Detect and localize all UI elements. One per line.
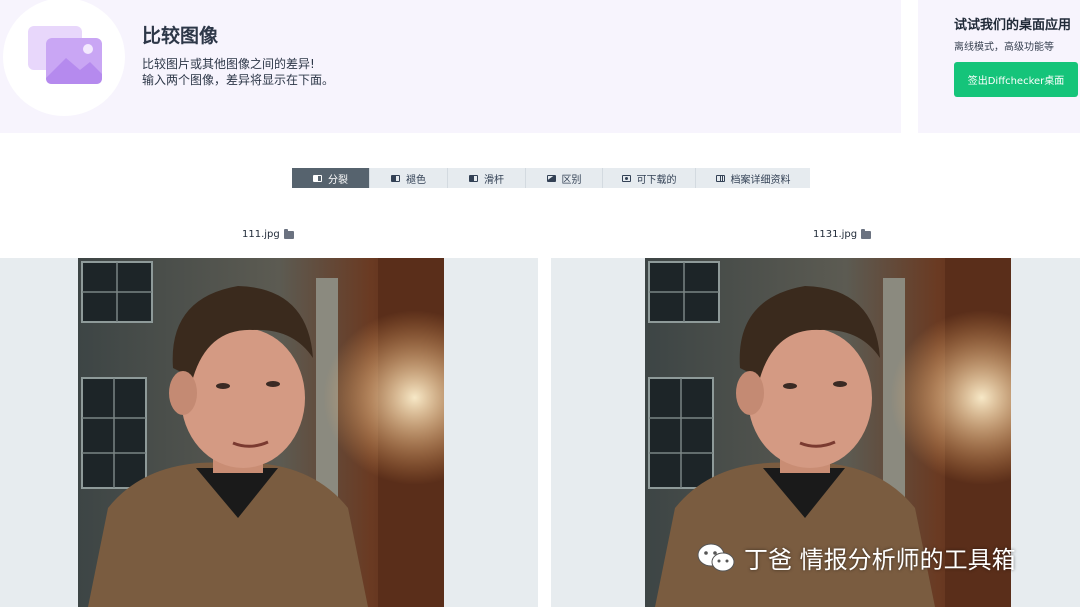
header-banner: 比较图像 比较图片或其他图像之间的差异! 输入两个图像，差异将显示在下面。 (0, 0, 901, 133)
tab-label: 褪色 (406, 174, 426, 186)
tab-file-details[interactable]: 档案详细资料 (696, 168, 810, 188)
view-mode-tabs: 分裂 褪色 滑杆 区别 可下载的 档案详细资料 (292, 168, 810, 188)
fade-icon (391, 174, 400, 182)
right-file-label: 1131.jpg (813, 228, 872, 240)
difference-icon (546, 174, 556, 182)
tab-label: 分裂 (328, 174, 348, 186)
folder-icon[interactable] (283, 228, 294, 239)
promo-title: 试试我们的桌面应用 (954, 18, 1072, 33)
watermark-text: 丁爸 情报分析师的工具箱 (744, 546, 1016, 574)
tab-label: 滑杆 (484, 174, 504, 186)
description-line-2: 输入两个图像，差异将显示在下面。 (142, 73, 335, 87)
tab-slider[interactable]: 滑杆 (448, 168, 526, 188)
split-icon (313, 174, 322, 182)
tab-label: 区别 (561, 174, 582, 186)
details-icon (715, 174, 725, 182)
tab-difference[interactable]: 区别 (526, 168, 603, 188)
tab-fade[interactable]: 褪色 (370, 168, 448, 188)
download-icon (621, 174, 631, 182)
left-image-panel (0, 258, 538, 607)
page-title: 比较图像 (142, 25, 219, 47)
desktop-app-promo: 试试我们的桌面应用 离线模式，高级功能等 签出Diffchecker桌面 (918, 0, 1080, 133)
logo-badge (3, 0, 125, 116)
slider-icon (469, 174, 478, 182)
tab-label: 可下载的 (636, 174, 677, 186)
watermark: 丁爸 情报分析师的工具箱 (696, 540, 1016, 575)
tab-label: 档案详细资料 (730, 174, 791, 186)
tab-split[interactable]: 分裂 (292, 168, 370, 188)
folder-icon[interactable] (861, 228, 872, 239)
left-file-label: 111.jpg (242, 228, 294, 240)
wechat-icon (697, 543, 735, 571)
page-description: 比较图片或其他图像之间的差异! 输入两个图像，差异将显示在下面。 (142, 56, 334, 88)
left-image (78, 258, 444, 607)
description-line-1: 比较图片或其他图像之间的差异! (142, 57, 315, 71)
download-desktop-button[interactable]: 签出Diffchecker桌面 (954, 62, 1078, 97)
right-file-name: 1131.jpg (813, 229, 858, 240)
tab-download[interactable]: 可下载的 (603, 168, 696, 188)
image-compare-icon (28, 26, 102, 84)
left-file-name: 111.jpg (242, 229, 280, 240)
promo-subtitle: 离线模式，高级功能等 (954, 42, 1054, 53)
